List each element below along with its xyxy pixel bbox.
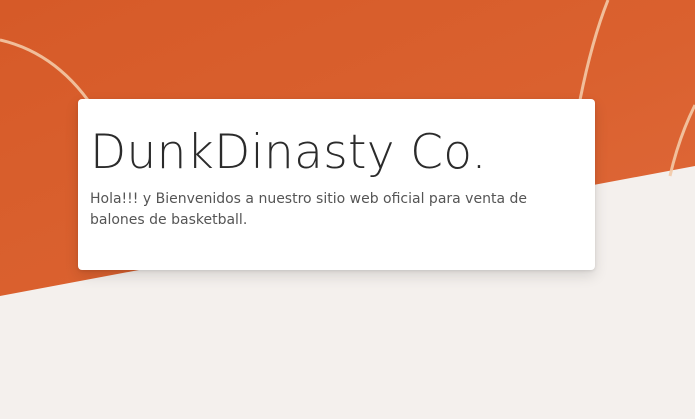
welcome-card: DunkDinasty Co. Hola!!! y Bienvenidos a … (78, 99, 595, 270)
welcome-message: Hola!!! y Bienvenidos a nuestro sitio we… (90, 191, 527, 228)
site-title: DunkDinasty Co. (90, 125, 487, 180)
landing-page: DunkDinasty Co. Hola!!! y Bienvenidos a … (0, 0, 695, 419)
